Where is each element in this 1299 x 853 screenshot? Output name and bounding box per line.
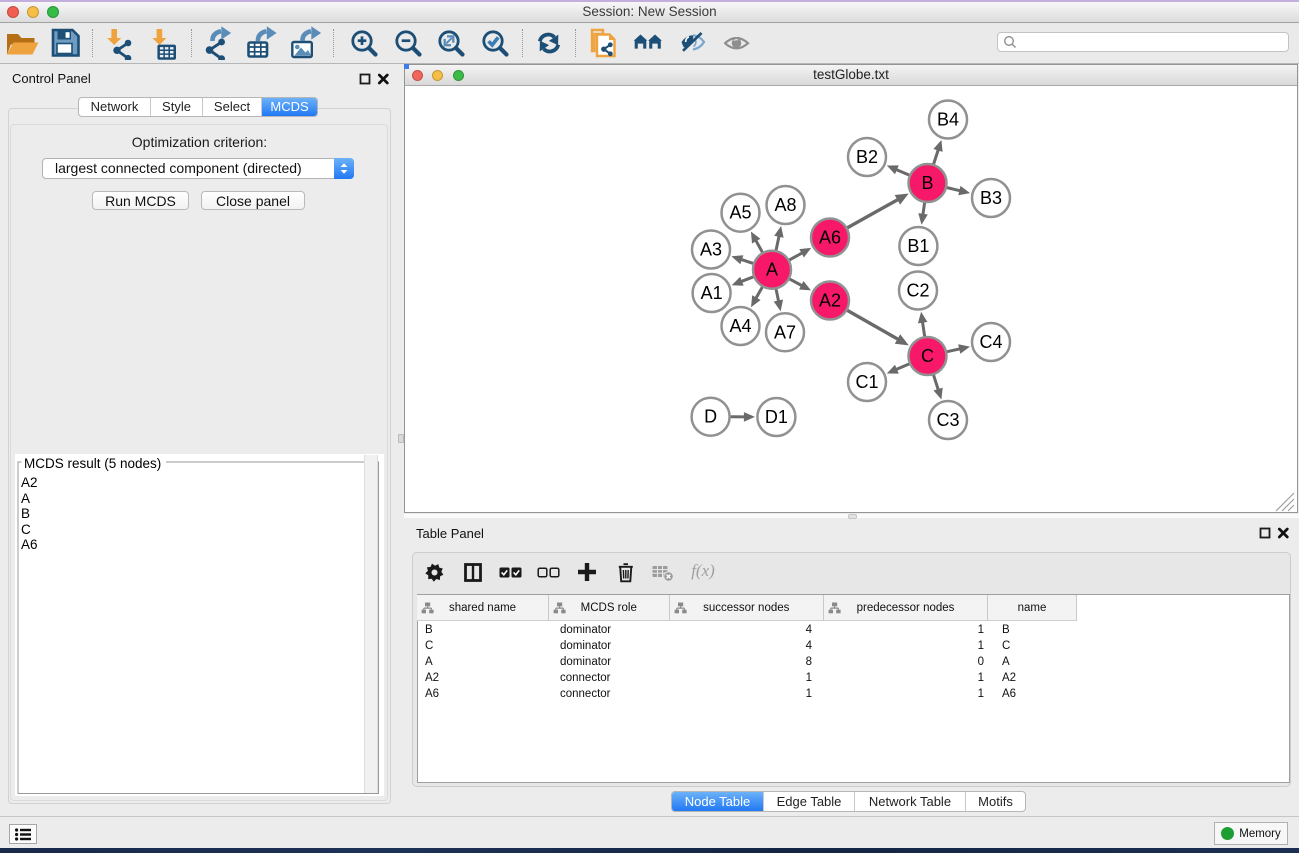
svg-text:B3: B3 (980, 188, 1002, 208)
svg-text:B4: B4 (937, 110, 959, 130)
svg-text:A1: A1 (701, 283, 723, 303)
svg-text:A2: A2 (819, 291, 841, 311)
svg-text:C4: C4 (979, 332, 1002, 352)
svg-text:D1: D1 (765, 407, 788, 427)
svg-text:C1: C1 (855, 372, 878, 392)
svg-text:C: C (921, 346, 934, 366)
svg-text:B2: B2 (856, 147, 878, 167)
svg-text:A4: A4 (729, 316, 751, 336)
svg-text:A6: A6 (819, 228, 841, 248)
svg-text:D: D (704, 407, 717, 427)
svg-text:C2: C2 (906, 281, 929, 301)
svg-text:C3: C3 (936, 410, 959, 430)
svg-text:A5: A5 (729, 203, 751, 223)
svg-text:A7: A7 (774, 322, 796, 342)
svg-text:A3: A3 (700, 240, 722, 260)
svg-text:A: A (766, 260, 778, 280)
svg-text:B1: B1 (907, 236, 929, 256)
svg-text:A8: A8 (774, 195, 796, 215)
svg-text:B: B (921, 173, 933, 193)
